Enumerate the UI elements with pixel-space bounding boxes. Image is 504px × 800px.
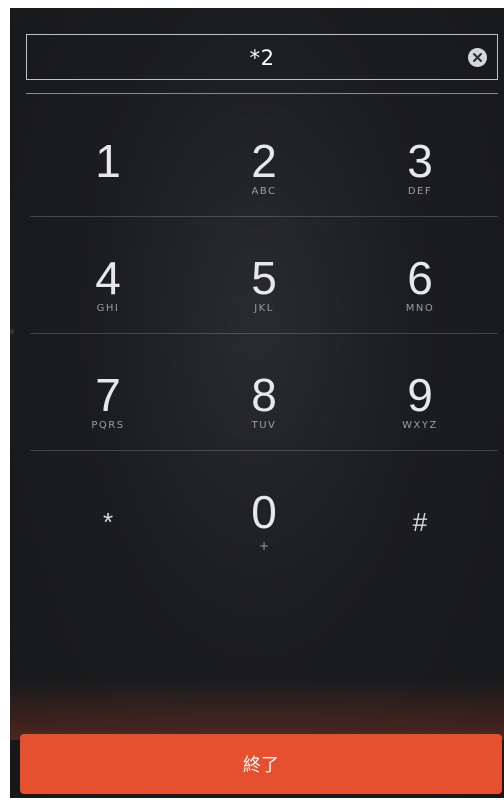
key-digit: 0 [251, 486, 277, 538]
keypad-row: * 0 + # [30, 451, 498, 568]
key-digit: 3 [407, 135, 433, 187]
key-2[interactable]: 2 ABC [186, 100, 342, 217]
key-digit: * [102, 507, 114, 537]
key-letters: TUV [251, 420, 277, 431]
clear-icon [473, 53, 482, 62]
key-0[interactable]: 0 + [186, 451, 342, 568]
keypad-row: 1 2 ABC 3 DEF [30, 100, 498, 217]
key-hash[interactable]: # [342, 451, 498, 568]
dialer-screen: *2 1 2 ABC 3 DEF 4 GHI 5 JKL 6 MNO 7 PQR… [10, 8, 504, 798]
key-digit: 8 [251, 369, 277, 421]
entry-value: *2 [249, 46, 275, 70]
key-digit: 1 [95, 135, 121, 187]
key-4[interactable]: 4 GHI [30, 217, 186, 334]
key-digit: 7 [95, 369, 121, 421]
keypad-row: 4 GHI 5 JKL 6 MNO [30, 217, 498, 334]
key-3[interactable]: 3 DEF [342, 100, 498, 217]
keypad: 1 2 ABC 3 DEF 4 GHI 5 JKL 6 MNO 7 PQRS 8… [30, 100, 498, 568]
edge-marker [10, 329, 14, 334]
end-call-button[interactable]: 終了 [20, 734, 502, 794]
key-star[interactable]: * [30, 451, 186, 568]
key-digit: 4 [95, 252, 121, 304]
number-entry-field[interactable]: *2 [26, 34, 498, 80]
key-digit: 2 [251, 135, 277, 187]
key-9[interactable]: 9 WXYZ [342, 334, 498, 451]
key-letters: + [258, 539, 270, 553]
key-digit: 6 [407, 252, 433, 304]
clear-button[interactable] [468, 48, 487, 67]
key-letters: PQRS [91, 420, 125, 431]
key-digit: 9 [407, 369, 433, 421]
key-digit: 5 [251, 252, 277, 304]
key-letters: GHI [96, 303, 120, 314]
entry-divider [26, 93, 498, 94]
key-letters: MNO [405, 303, 435, 314]
key-letters: DEF [407, 186, 433, 197]
key-6[interactable]: 6 MNO [342, 217, 498, 334]
key-letters: ABC [251, 186, 277, 197]
key-letters: WXYZ [402, 420, 438, 431]
end-call-label: 終了 [243, 755, 279, 776]
key-7[interactable]: 7 PQRS [30, 334, 186, 451]
key-1[interactable]: 1 [30, 100, 186, 217]
key-digit: # [412, 507, 428, 537]
bottom-glow [10, 680, 504, 740]
key-8[interactable]: 8 TUV [186, 334, 342, 451]
keypad-row: 7 PQRS 8 TUV 9 WXYZ [30, 334, 498, 451]
key-5[interactable]: 5 JKL [186, 217, 342, 334]
key-letters: JKL [254, 303, 274, 314]
